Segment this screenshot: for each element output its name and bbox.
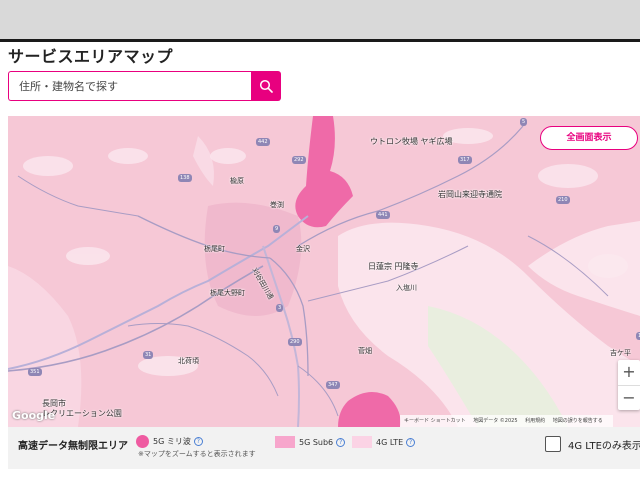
route-marker: 347 — [326, 381, 340, 389]
map-label-sugahata: 菅畑 — [358, 347, 372, 355]
help-icon[interactable]: ? — [336, 437, 346, 447]
legend-label-mmwave: 5G ミリ波 — [153, 437, 191, 446]
zoom-out-button[interactable]: − — [618, 386, 640, 411]
help-icon[interactable]: ? — [193, 437, 203, 446]
mmwave-swatch — [136, 435, 149, 448]
legend-item-lte: 4G LTE ? — [352, 436, 416, 448]
map-label-irishiokawa: 入塩川 — [396, 284, 417, 292]
zoom-control: + − — [618, 360, 640, 410]
map-label-tochio: 栃尾町 — [204, 245, 225, 253]
search-bar — [8, 71, 281, 101]
route-marker: 317 — [458, 156, 472, 164]
route-marker: 290 — [288, 338, 302, 346]
map-attribution: キーボード ショートカット 地図データ ©2025 利用規約 地図の誤りを報告す… — [400, 415, 613, 427]
legend-item-sub6: 5G Sub6 ? — [275, 436, 346, 448]
map-label-kanazawa: 金沢 — [296, 245, 310, 253]
help-icon[interactable]: ? — [406, 437, 416, 447]
route-marker: 441 — [376, 211, 390, 219]
map-label-yoshigahira: 吉ケ平 — [610, 349, 631, 357]
browser-top-bar — [0, 0, 640, 42]
search-button[interactable] — [251, 71, 281, 101]
legend-item-mmwave: 5G ミリ波 ? — [136, 435, 203, 448]
lte-only-checkbox[interactable] — [545, 436, 561, 452]
sub6-swatch — [275, 436, 295, 448]
map-label-farm: ウトロン牧場 ヤギ広場 — [370, 137, 453, 146]
legend-title: 高速データ無制限エリア — [18, 441, 128, 452]
terms-link[interactable]: 利用規約 — [525, 418, 545, 424]
map-label-kitakarimi: 北荷頃 — [178, 357, 199, 365]
map-data-text: 地図データ ©2025 — [473, 418, 518, 424]
keyboard-shortcuts-link[interactable]: キーボード ショートカット — [404, 418, 466, 424]
page-title: サービスエリアマップ — [8, 47, 174, 66]
route-marker: 351 — [28, 368, 42, 376]
legend-panel: 高速データ無制限エリア 5G ミリ波 ? ※マップをズームすると表示されます 5… — [8, 427, 640, 469]
route-marker: 210 — [556, 196, 570, 204]
route-marker: 442 — [256, 138, 270, 146]
route-marker: 5 — [520, 118, 528, 126]
route-marker: 31 — [143, 351, 154, 359]
google-logo: Google — [12, 409, 56, 422]
route-marker: 292 — [292, 156, 306, 164]
map-label-maki: 巻渕 — [270, 201, 284, 209]
search-input[interactable] — [8, 71, 252, 101]
route-marker: 3 — [276, 304, 284, 312]
map-label-nichiren: 日蓮宗 円隆寺 — [368, 262, 419, 271]
zoom-in-button[interactable]: + — [618, 360, 640, 385]
lte-only-toggle[interactable]: 4G LTEのみ表示 — [545, 436, 640, 452]
map-label-temple-hospital: 岩岡山来迎寺通院 — [438, 190, 502, 199]
map-canvas — [8, 116, 640, 427]
route-marker: 183 — [636, 332, 640, 340]
map-label-tochio-ohno: 栃尾大野町 — [210, 289, 245, 297]
lte-only-label: 4G LTEのみ表示 — [568, 440, 640, 452]
lte-swatch — [352, 436, 372, 448]
legend-label-lte: 4G LTE — [376, 437, 404, 447]
route-marker: 9 — [273, 225, 281, 233]
search-icon — [259, 79, 273, 93]
map-label-hata: 楡原 — [230, 177, 244, 185]
report-error-link[interactable]: 地図の誤りを報告する — [553, 418, 603, 424]
route-marker: 138 — [178, 174, 192, 182]
legend-label-sub6: 5G Sub6 — [299, 437, 334, 447]
zoom-note: ※マップをズームすると表示されます — [138, 450, 256, 458]
coverage-map[interactable]: ウトロン牧場 ヤギ広場 岩岡山来迎寺通院 楡原 巻渕 栃尾町 金沢 日蓮宗 円隆… — [8, 116, 640, 427]
fullscreen-button[interactable]: 全画面表示 — [540, 126, 638, 150]
